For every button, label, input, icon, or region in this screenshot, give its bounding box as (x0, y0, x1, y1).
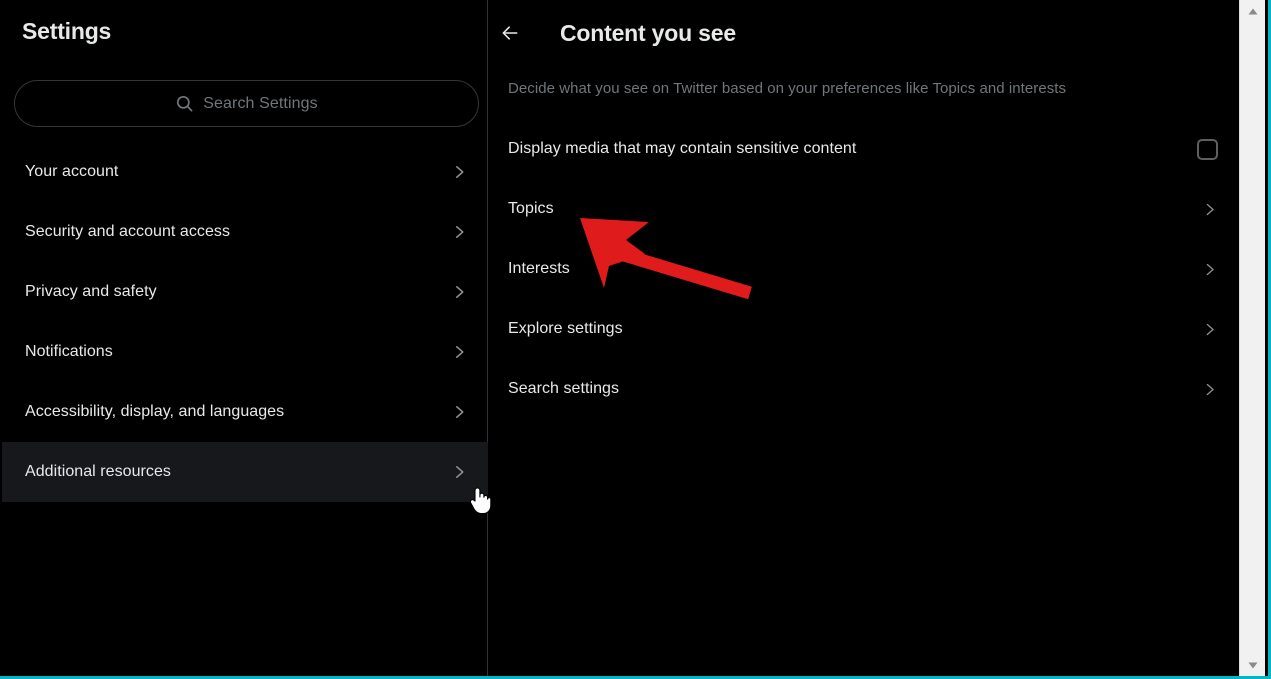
sidebar-item-label: Security and account access (25, 223, 231, 240)
sidebar-item-label: Your account (25, 163, 119, 180)
sidebar-item-label: Privacy and safety (25, 283, 157, 300)
sidebar-nav-list: Your account Security and account access (2, 142, 488, 502)
chevron-right-icon (1200, 380, 1218, 398)
row-interests[interactable]: Interests (489, 239, 1242, 299)
settings-page: Settings Search Settings Your account Se… (0, 0, 1242, 676)
settings-sidebar: Settings Search Settings Your account Se… (2, 0, 488, 676)
row-explore-settings[interactable]: Explore settings (489, 299, 1242, 359)
search-icon (175, 94, 194, 113)
chevron-right-icon (450, 343, 468, 361)
content-header: Content you see (489, 0, 1242, 66)
content-panel: Content you see Decide what you see on T… (489, 0, 1242, 676)
sidebar-item-privacy-and-safety[interactable]: Privacy and safety (2, 262, 488, 322)
back-button[interactable] (492, 15, 528, 51)
content-title: Content you see (560, 19, 736, 46)
scrollbar-up-button[interactable] (1240, 0, 1266, 22)
row-topics[interactable]: Topics (489, 179, 1242, 239)
search-placeholder-text: Search Settings (203, 94, 318, 112)
search-input-inner: Search Settings (175, 94, 318, 113)
sidebar-item-notifications[interactable]: Notifications (2, 322, 488, 382)
chevron-right-icon (450, 283, 468, 301)
triangle-down-icon (1248, 662, 1258, 669)
browser-viewport: Settings Search Settings Your account Se… (0, 0, 1271, 679)
sidebar-item-additional-resources[interactable]: Additional resources (2, 442, 488, 502)
chevron-right-icon (450, 403, 468, 421)
row-label: Topics (508, 200, 554, 217)
row-label: Search settings (508, 380, 620, 397)
sidebar-item-label: Notifications (25, 343, 113, 360)
checkbox-unchecked-icon[interactable] (1197, 138, 1218, 160)
content-description: Decide what you see on Twitter based on … (508, 80, 1067, 97)
content-settings-list: Display media that may contain sensitive… (489, 119, 1242, 419)
sidebar-item-accessibility-display-and-languages[interactable]: Accessibility, display, and languages (2, 382, 488, 442)
sidebar-item-label: Additional resources (25, 463, 171, 480)
row-label: Interests (508, 260, 570, 277)
chevron-right-icon (450, 163, 468, 181)
chevron-right-icon (450, 463, 468, 481)
row-label: Display media that may contain sensitive… (508, 140, 857, 157)
row-search-settings[interactable]: Search settings (489, 359, 1242, 419)
triangle-up-icon (1248, 8, 1258, 15)
chevron-right-icon (1200, 200, 1218, 218)
chevron-right-icon (1200, 320, 1218, 338)
sidebar-item-label: Accessibility, display, and languages (25, 403, 285, 420)
page-title: Settings (22, 18, 112, 44)
row-display-sensitive-media[interactable]: Display media that may contain sensitive… (489, 119, 1242, 179)
search-settings-input[interactable]: Search Settings (14, 80, 479, 127)
chevron-right-icon (1200, 260, 1218, 278)
page-scrollbar[interactable] (1239, 0, 1265, 676)
scrollbar-down-button[interactable] (1240, 654, 1266, 676)
sidebar-item-your-account[interactable]: Your account (2, 142, 488, 202)
chevron-right-icon (450, 223, 468, 241)
row-label: Explore settings (508, 320, 623, 337)
sidebar-item-security-and-account-access[interactable]: Security and account access (2, 202, 488, 262)
arrow-left-icon (500, 23, 520, 43)
